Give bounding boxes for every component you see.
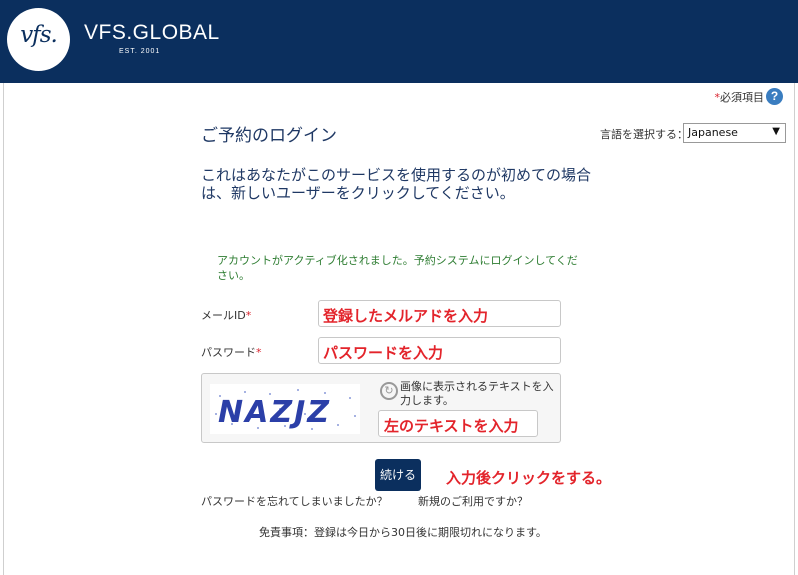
captcha-input-value: 左のテキストを入力 [384,417,519,435]
captcha-image: NAZJZ [210,384,360,434]
disclaimer-text: 免責事項：登録は今日から30日後に期限切れになります。 [259,526,547,539]
page-title: ご予約のログイン [201,126,337,146]
language-select[interactable]: Japanese ▼ [683,123,786,143]
refresh-icon[interactable]: ↻ [380,382,398,400]
main-content [3,83,795,575]
logo-text: vfs. [20,22,58,48]
help-icon[interactable]: ? [766,88,783,105]
chevron-down-icon: ▼ [772,126,780,137]
activation-notice: アカウントがアクティブ化されました。予約システムにログインしてください。 [217,254,578,282]
intro-text: これはあなたがこのサービスを使用するのが初めての場合は、新しいユーザーをクリック… [201,166,592,202]
captcha-input[interactable]: 左のテキストを入力 [378,410,538,437]
password-field[interactable]: パスワードを入力 [318,337,561,364]
submit-annotation: 入力後クリックをする。 [446,469,612,487]
header: vfs. VFS.GLOBAL EST. 2001 [0,0,798,83]
vfs-logo: vfs. [7,8,70,71]
forgot-password-link[interactable]: パスワードを忘れてしまいましたか？ [201,493,388,509]
captcha-hint: 画像に表示されるテキストを入力します。 [400,380,554,407]
language-selected: Japanese [688,126,738,139]
email-field-value: 登録したメルアドを入力 [323,307,489,325]
captcha-text: NAZJZ [218,395,331,430]
required-fields-note: *必須項目 [714,91,765,104]
email-field[interactable]: 登録したメルアドを入力 [318,300,561,327]
password-label: パスワード* [201,346,262,359]
captcha-image-svg: NAZJZ [215,389,356,430]
brand-name: VFS.GLOBAL [84,21,220,44]
email-label: メールID* [201,309,252,322]
language-label: 言語を選択する： [600,128,688,141]
continue-button[interactable]: 続ける [375,459,421,491]
new-user-link[interactable]: 新規のご利用ですか？ [418,493,528,509]
brand-established: EST. 2001 [119,48,161,55]
password-field-value: パスワードを入力 [323,344,444,362]
captcha-box: NAZJZ ↻ 画像に表示されるテキストを入力します。 左のテキストを入力 [201,373,561,443]
